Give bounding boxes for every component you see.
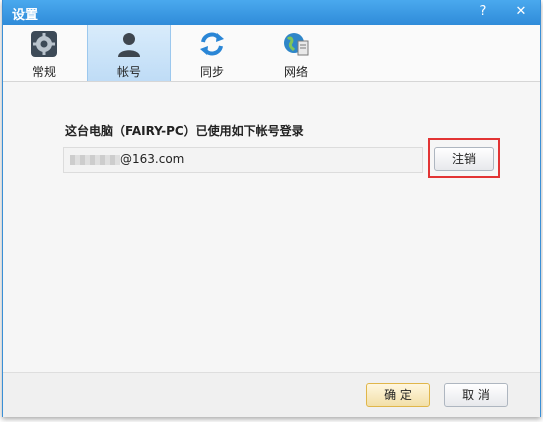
- tab-network[interactable]: 网络: [255, 25, 337, 81]
- help-button[interactable]: ?: [473, 2, 493, 22]
- window-title: 设置: [12, 8, 39, 23]
- tab-sync-label: 同步: [199, 65, 224, 79]
- account-email-domain: @163.com: [120, 152, 185, 166]
- tab-account-label: 帐号: [116, 65, 141, 79]
- user-icon: [115, 30, 143, 58]
- account-email-field: @163.com: [63, 147, 423, 173]
- sync-icon: [198, 30, 226, 58]
- logout-button[interactable]: 注销: [434, 147, 494, 171]
- close-button[interactable]: ✕: [511, 2, 531, 22]
- dialog-footer: 确 定 取 消: [3, 372, 540, 417]
- tab-sync[interactable]: 同步: [171, 25, 253, 81]
- gear-icon: [30, 30, 58, 58]
- tab-network-label: 网络: [283, 65, 308, 79]
- tab-toolbar: 常规 帐号 同步 网络: [3, 25, 540, 82]
- tab-account[interactable]: 帐号: [87, 25, 171, 81]
- ok-button[interactable]: 确 定: [366, 383, 430, 407]
- title-bar: 设置 ? ✕: [3, 0, 540, 25]
- cancel-button[interactable]: 取 消: [444, 383, 508, 407]
- network-icon: [282, 30, 310, 58]
- settings-window: 设置 ? ✕ 常规 帐号 同步 网络 这台电脑（FAIRY-PC）已使用如下帐号…: [2, 0, 541, 417]
- tab-general[interactable]: 常规: [3, 25, 85, 81]
- tab-general-label: 常规: [31, 65, 56, 79]
- account-panel: 这台电脑（FAIRY-PC）已使用如下帐号登录 @163.com 注销: [3, 82, 540, 372]
- account-prompt: 这台电脑（FAIRY-PC）已使用如下帐号登录: [65, 124, 304, 138]
- redacted-username: [70, 155, 120, 165]
